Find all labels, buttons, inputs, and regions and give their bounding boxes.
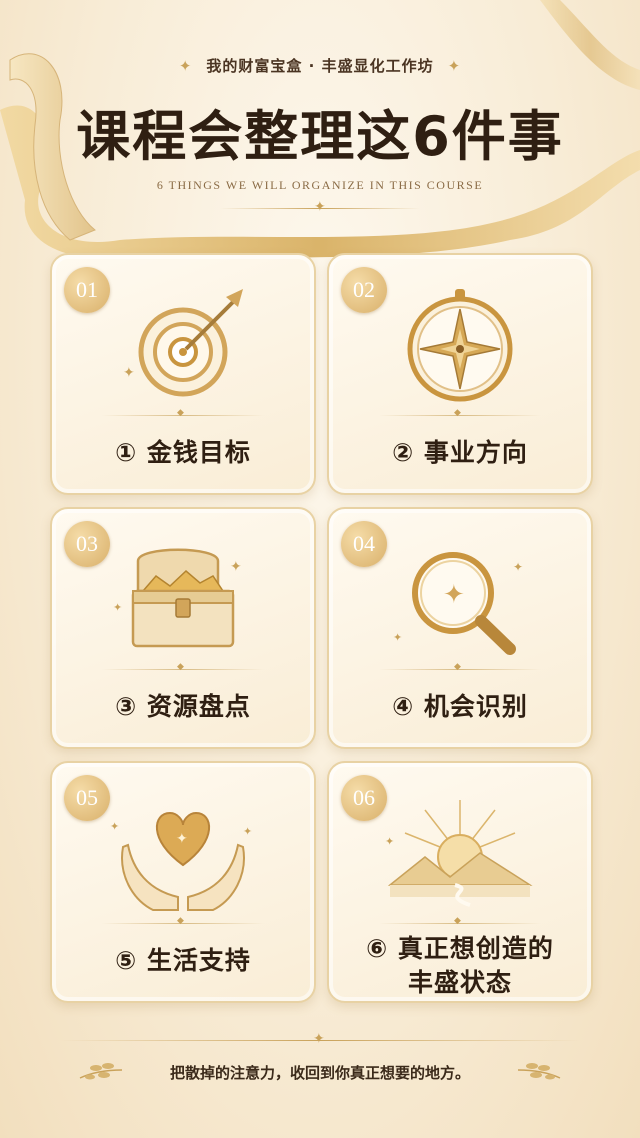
card-number-badge: 05 [64, 775, 110, 821]
svg-text:✦: ✦ [243, 825, 252, 838]
card-number-badge: 02 [341, 267, 387, 313]
divider [102, 662, 264, 672]
svg-text:✦: ✦ [113, 601, 122, 614]
magnifier-icon: ✦ ✦ ✦ [393, 552, 523, 655]
divider [379, 408, 541, 418]
sunrise-icon: ✦ [385, 800, 533, 907]
compass-icon [407, 289, 513, 402]
card-label: ③ 资源盘点 [115, 692, 251, 721]
card-abundance-state: 06 ✦ ⑥ 真正想创造的 丰盛状态 [327, 761, 593, 1003]
sparkle-icon: ✦ [178, 57, 193, 75]
card-career-direction: 02 ② 事业方向 [327, 253, 593, 495]
svg-text:✦: ✦ [385, 835, 394, 848]
page-title: 课程会整理这6件事 [76, 105, 564, 168]
card-label: ② 事业方向 [392, 438, 528, 467]
page-title-english: 6 THINGS WE WILL ORGANIZE IN THIS COURSE [156, 178, 484, 192]
card-label: ⑤ 生活支持 [115, 946, 251, 975]
card-number-badge: 03 [64, 521, 110, 567]
svg-text:✦: ✦ [123, 365, 135, 381]
header: ✦ 我的财富宝盒 · 丰盛显化工作坊 ✦ 课程会整理这6件事 6 THINGS WE… [0, 0, 640, 240]
divider [379, 662, 541, 672]
card-number-badge: 06 [341, 775, 387, 821]
card-label: ① 金钱目标 [115, 438, 251, 467]
svg-text:✦: ✦ [230, 559, 242, 575]
card-resource-inventory: 03 ✦ ✦ ③ 资源盘点 [50, 507, 316, 749]
card-label-line1: ⑥ 真正想创造的 [366, 934, 554, 963]
card-life-support: 05 ✦ ✦ ✦ ⑤ 生活支持 [50, 761, 316, 1003]
svg-text:✦: ✦ [443, 580, 465, 610]
svg-text:✦: ✦ [176, 831, 188, 847]
card-label: ④ 机会识别 [392, 692, 528, 721]
divider [102, 408, 264, 418]
card-number-badge: 04 [341, 521, 387, 567]
target-icon: ✦ [123, 289, 243, 397]
svg-text:✦: ✦ [513, 560, 523, 574]
svg-text:✦: ✦ [110, 820, 119, 833]
divider [102, 916, 264, 926]
card-label-line2: 丰盛状态 [407, 968, 512, 997]
sparkle-icon: ✦ [447, 57, 462, 75]
card-number-badge: 01 [64, 267, 110, 313]
sparkle-icon: ✦ [314, 199, 326, 215]
card-money-goal: 01 ✦ ① 金钱目标 [50, 253, 316, 495]
svg-text:✦: ✦ [393, 631, 402, 644]
page-subtitle: ✦ 我的财富宝盒 · 丰盛显化工作坊 ✦ [178, 57, 462, 75]
card-opportunity-recognition: 04 ✦ ✦ ✦ ④ 机会识别 [327, 507, 593, 749]
heart-hands-icon: ✦ ✦ ✦ [110, 811, 252, 911]
sparkle-icon: ✦ [313, 1031, 325, 1047]
laurel-right-icon [517, 1063, 561, 1080]
treasure-chest-icon: ✦ ✦ [113, 548, 242, 648]
divider [379, 916, 541, 926]
